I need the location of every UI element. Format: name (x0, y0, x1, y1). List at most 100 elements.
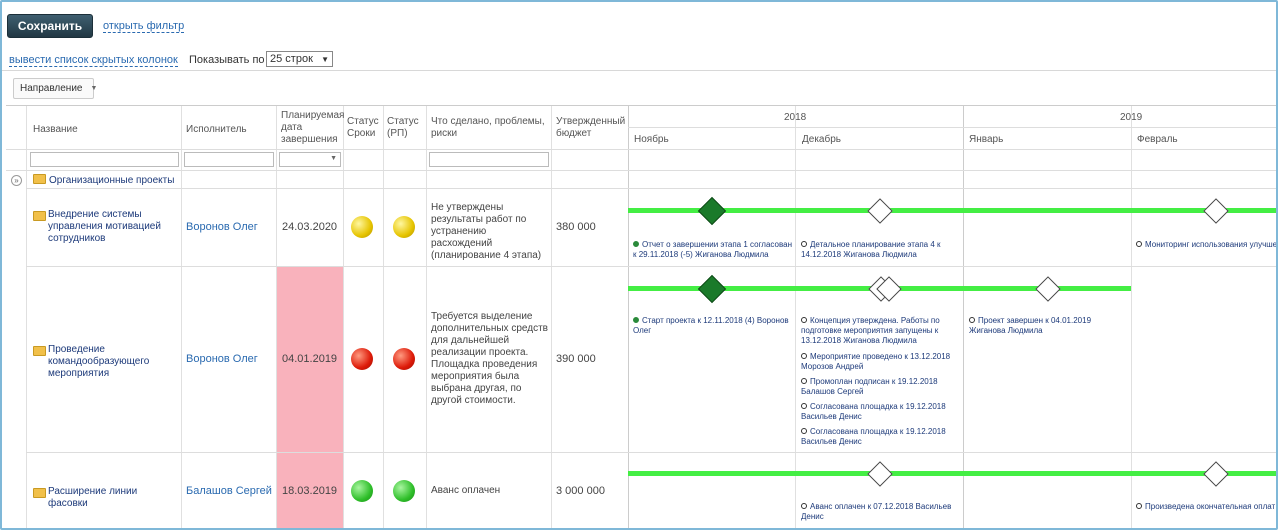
budget-value: 380 000 (556, 221, 596, 233)
row-divider (628, 127, 1276, 128)
project-name[interactable]: Проведение командообразующего мероприяти… (33, 344, 178, 380)
col-header-done-issues[interactable]: Что сделано, проблемы, риски (431, 116, 549, 140)
col-header-planned-date[interactable]: Планируемая дата завершения (281, 110, 344, 146)
group-label: Организационные проекты (49, 175, 175, 186)
col-header-status-terms[interactable]: Статус Сроки (347, 116, 383, 140)
bullet-icon (801, 241, 807, 247)
table-row[interactable]: Расширение линии фасовки (33, 486, 178, 510)
timeline-event[interactable]: Проект завершен к 04.01.2019 Жиганова Лю… (969, 316, 1129, 336)
row-divider (26, 452, 1276, 453)
issues-text: Требуется выделение дополнительных средс… (431, 311, 548, 406)
bullet-icon (633, 241, 639, 247)
filter-name-input[interactable] (30, 152, 179, 167)
timeline-year-2019: 2019 (1120, 112, 1143, 123)
timeline-event[interactable]: Согласована площадка к 19.12.2018 Василь… (801, 402, 956, 422)
col-header-name[interactable]: Название (33, 124, 78, 136)
timeline-event[interactable]: Промоплан подписан к 19.12.2018 Балашов … (801, 377, 956, 397)
folder-icon (33, 211, 46, 221)
timeline-event[interactable]: Детальное планирование этапа 4 к 14.12.2… (801, 240, 961, 260)
bullet-icon (801, 503, 807, 509)
milestone-icon[interactable] (867, 198, 893, 224)
bullet-icon (1136, 241, 1142, 247)
planned-date: 18.03.2019 (282, 485, 338, 497)
status-rp-indicator (393, 348, 415, 370)
project-name[interactable]: Внедрение системы управления мотивацией … (33, 209, 178, 245)
planned-date: 24.03.2020 (282, 221, 338, 233)
app-frame: Сохранить открыть фильтр вывести список … (0, 0, 1278, 530)
rows-per-page-label: Показывать по (189, 54, 265, 66)
rows-per-page-value: 25 строк (270, 53, 313, 65)
projects-grid: Название Исполнитель Планируемая дата за… (6, 105, 1276, 528)
filter-date-select[interactable]: ▼ (279, 152, 341, 167)
chevron-down-icon: ▼ (321, 54, 329, 64)
status-rp-indicator (393, 216, 415, 238)
timeline-month: Декабрь (802, 134, 841, 145)
timeline-month: Ноябрь (634, 134, 669, 145)
group-row[interactable]: Организационные проекты (33, 174, 174, 187)
timeline-month: Февраль (1137, 134, 1178, 145)
rows-per-page-select[interactable]: 25 строк ▼ (266, 51, 333, 67)
bullet-icon (969, 317, 975, 323)
col-header-executor[interactable]: Исполнитель (186, 124, 247, 136)
issues-text: Не утверждены результаты работ по устран… (431, 202, 542, 261)
timeline-event[interactable]: Отчет о завершении этапа 1 согласован к … (633, 240, 796, 260)
row-divider (26, 266, 1276, 267)
collapse-group-icon[interactable]: » (11, 175, 22, 186)
timeline-event[interactable]: Согласована площадка к 19.12.2018 Василь… (801, 427, 956, 447)
row-divider (26, 188, 1276, 189)
col-header-status-rp[interactable]: Статус (РП) (387, 116, 425, 140)
bullet-icon (801, 378, 807, 384)
direction-dropdown-label: Направление (20, 83, 83, 94)
status-terms-indicator (351, 216, 373, 238)
bullet-icon (801, 403, 807, 409)
divider (2, 70, 1276, 71)
timeline-event[interactable]: Произведена окончательная оплат 01.02.20… (1136, 502, 1276, 512)
milestone-icon[interactable] (1035, 276, 1061, 302)
table-row[interactable]: Проведение командообразующего мероприяти… (33, 344, 178, 380)
milestone-icon[interactable] (1203, 461, 1229, 487)
save-button[interactable]: Сохранить (7, 14, 93, 38)
timeline-bar (628, 471, 1276, 476)
milestone-done-icon[interactable] (697, 196, 727, 226)
timeline-event[interactable]: Старт проекта к 12.11.2018 (4) Воронов О… (633, 316, 793, 336)
chevron-down-icon: ▼ (330, 155, 337, 162)
bullet-icon (801, 428, 807, 434)
budget-value: 3 000 000 (556, 485, 605, 497)
bullet-icon (633, 317, 639, 323)
hidden-columns-link[interactable]: вывести список скрытых колонок (9, 54, 178, 67)
timeline-event[interactable]: Мероприятие проведено к 13.12.2018 Мороз… (801, 352, 956, 372)
planned-date: 04.01.2019 (282, 353, 338, 365)
milestone-done-icon[interactable] (697, 274, 727, 304)
timeline-year-2018: 2018 (784, 112, 807, 123)
col-header-budget[interactable]: Утвержденный бюджет (556, 116, 628, 140)
milestone-icon[interactable] (867, 461, 893, 487)
status-terms-indicator (351, 480, 373, 502)
folder-icon (33, 488, 46, 498)
status-terms-indicator (351, 348, 373, 370)
chevron-down-icon: ▼ (90, 85, 98, 92)
bullet-icon (1136, 503, 1142, 509)
filter-executor-input[interactable] (184, 152, 274, 167)
project-name[interactable]: Расширение линии фасовки (33, 486, 178, 510)
status-rp-indicator (393, 480, 415, 502)
folder-icon (33, 346, 46, 356)
filter-comment-input[interactable] (429, 152, 549, 167)
row-divider (6, 170, 1276, 171)
row-divider (6, 149, 1276, 150)
executor-link[interactable]: Балашов Сергей (186, 485, 272, 497)
timeline-event[interactable]: Концепция утверждена. Работы по подготов… (801, 316, 956, 346)
budget-value: 390 000 (556, 353, 596, 365)
issues-text: Аванс оплачен (431, 485, 501, 496)
timeline-month: Январь (969, 134, 1004, 145)
table-row[interactable]: Внедрение системы управления мотивацией … (33, 209, 178, 245)
executor-link[interactable]: Воронов Олег (186, 221, 258, 233)
bullet-icon (801, 353, 807, 359)
bullet-icon (801, 317, 807, 323)
executor-link[interactable]: Воронов Олег (186, 353, 258, 365)
open-filter-link[interactable]: открыть фильтр (103, 20, 185, 33)
timeline-event[interactable]: Мониторинг использования улучше проведен… (1136, 240, 1276, 250)
timeline-event[interactable]: Аванс оплачен к 07.12.2018 Васильев Дени… (801, 502, 961, 522)
milestone-icon[interactable] (1203, 198, 1229, 224)
folder-icon (33, 174, 46, 184)
direction-dropdown[interactable]: Направление ▼ (13, 78, 98, 99)
